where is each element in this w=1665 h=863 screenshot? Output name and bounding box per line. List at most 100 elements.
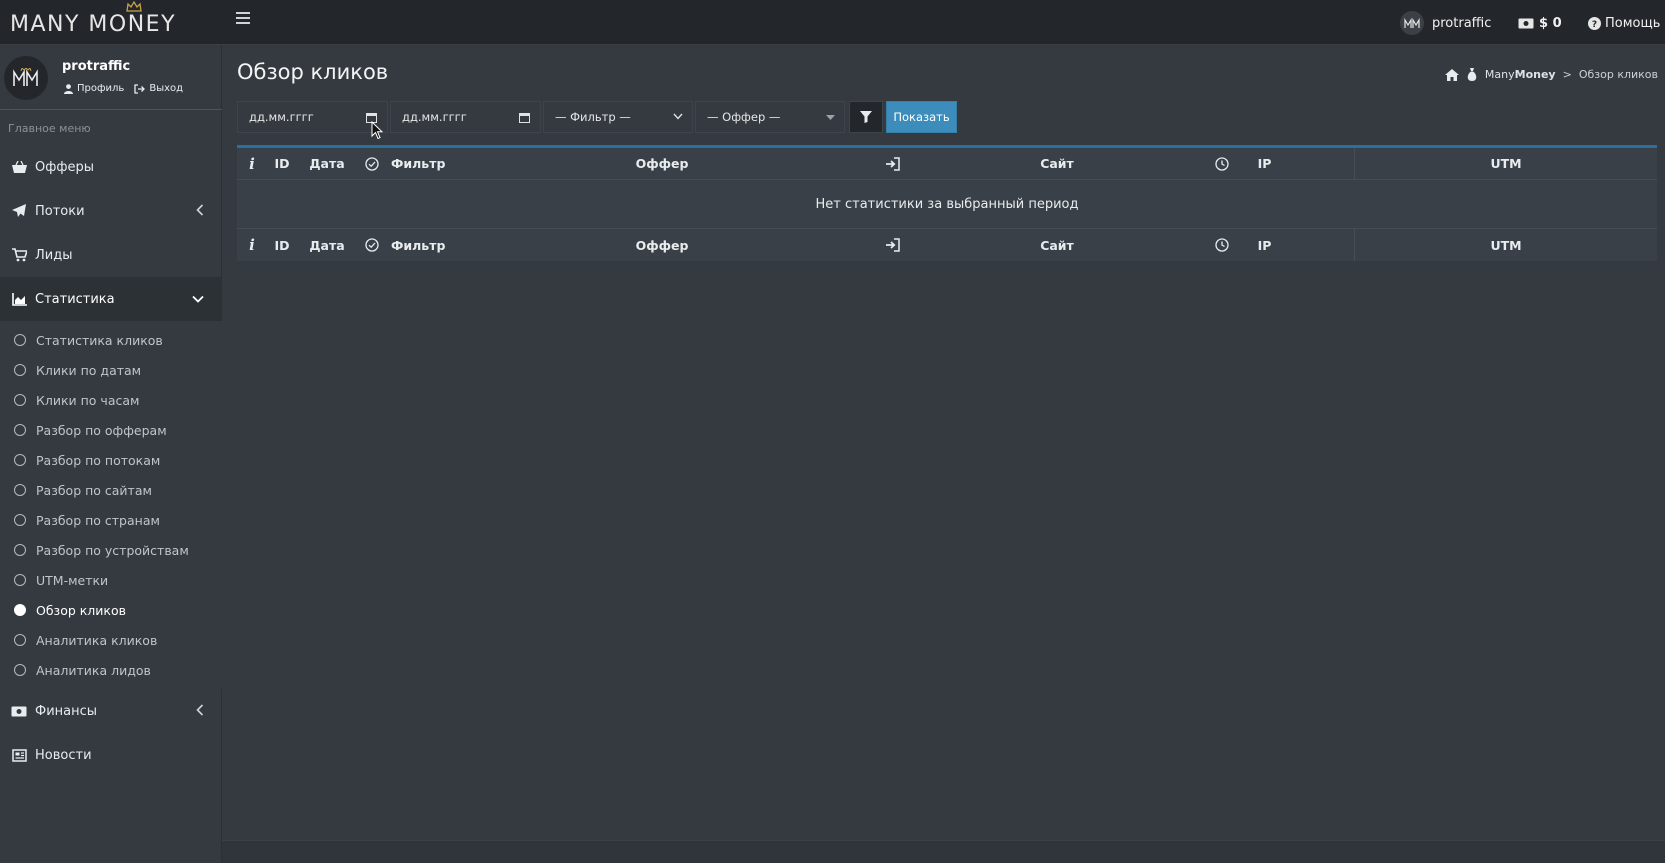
submenu-label: Клики по часам: [36, 392, 140, 408]
submenu-label: UTM-метки: [36, 572, 109, 588]
col-site[interactable]: Сайт: [907, 148, 1207, 179]
clock-icon: [1215, 156, 1229, 171]
col-info[interactable]: i: [237, 148, 267, 179]
empty-row: Нет статистики за выбранный период: [237, 180, 1657, 229]
table-header-row: i ID Дата Фильтр Оффер Сайт IP UTM: [237, 148, 1657, 180]
col-utm[interactable]: UTM: [1355, 229, 1657, 261]
col-id[interactable]: ID: [267, 229, 297, 261]
col-time[interactable]: [1207, 229, 1237, 261]
sidebar-item-leads[interactable]: Лиды: [0, 233, 222, 277]
filter-button[interactable]: [849, 101, 883, 133]
show-button[interactable]: Показать: [886, 101, 957, 133]
date-to-input[interactable]: дд.мм.гггг: [390, 101, 541, 133]
help-label: Помощь: [1605, 15, 1661, 31]
filter-icon: [860, 111, 872, 123]
col-site[interactable]: Сайт: [907, 229, 1207, 261]
col-date[interactable]: Дата: [297, 229, 357, 261]
logout-link[interactable]: Выход: [134, 83, 183, 94]
check-circle-icon: [365, 156, 379, 171]
filter-select[interactable]: — Фильтр —: [543, 101, 693, 133]
submenu-label: Разбор по странам: [36, 512, 160, 528]
question-circle-icon: ?: [1588, 16, 1601, 30]
submenu-label: Клики по датам: [36, 362, 142, 378]
col-status[interactable]: [357, 229, 387, 261]
logo-text: MANY MONEY: [10, 12, 177, 37]
submenu-item[interactable]: Клики по датам: [0, 355, 222, 385]
col-offer[interactable]: Оффер: [447, 148, 877, 179]
sidebar-item-statistics[interactable]: Статистика: [0, 277, 222, 321]
col-offer[interactable]: Оффер: [447, 229, 877, 261]
date-from-placeholder: дд.мм.гггг: [249, 110, 314, 124]
user-links: Профиль Выход: [64, 83, 183, 94]
sidebar-item-label: Лиды: [35, 247, 73, 263]
col-time[interactable]: [1207, 148, 1237, 179]
sidebar-username: protraffic: [62, 59, 131, 74]
caret-down-icon: [826, 115, 835, 120]
home-icon[interactable]: [1444, 68, 1459, 81]
submenu-item[interactable]: Разбор по устройствам: [0, 535, 222, 565]
col-filter[interactable]: Фильтр: [387, 229, 447, 261]
profile-link[interactable]: Профиль: [64, 83, 124, 94]
money-icon: [11, 703, 27, 719]
sidebar-item-label: Офферы: [35, 159, 94, 175]
sidebar-item-streams[interactable]: Потоки: [0, 189, 222, 233]
submenu-label: Аналитика кликов: [36, 632, 158, 648]
submenu-label: Статистика кликов: [36, 332, 163, 348]
clicks-table: i ID Дата Фильтр Оффер Сайт IP UTM Нет с…: [237, 145, 1657, 261]
user-menu[interactable]: protraffic: [1400, 10, 1491, 36]
submenu-item[interactable]: Разбор по странам: [0, 505, 222, 535]
submenu-item[interactable]: Разбор по сайтам: [0, 475, 222, 505]
col-filter[interactable]: Фильтр: [387, 148, 447, 179]
sidebar-item-label: Финансы: [35, 703, 98, 719]
balance-indicator[interactable]: $ 0: [1518, 10, 1562, 36]
statistics-submenu: Статистика кликов Клики по датам Клики п…: [0, 321, 222, 689]
date-from-input[interactable]: дд.мм.гггг: [237, 101, 388, 133]
sidebar-toggle-icon[interactable]: [236, 12, 250, 24]
sidebar-item-offers[interactable]: Офферы: [0, 145, 222, 189]
profile-label: Профиль: [77, 83, 125, 94]
submenu-item[interactable]: UTM-метки: [0, 565, 222, 595]
help-link[interactable]: ? Помощь: [1588, 10, 1660, 36]
sidebar-item-label: Новости: [35, 747, 92, 763]
submenu-item[interactable]: Клики по часам: [0, 385, 222, 415]
col-status[interactable]: [357, 148, 387, 179]
col-utm[interactable]: UTM: [1355, 148, 1657, 179]
submenu-item[interactable]: Аналитика лидов: [0, 655, 222, 685]
nav-username: protraffic: [1432, 15, 1492, 31]
check-circle-icon: [365, 238, 379, 252]
sign-in-icon: [885, 238, 900, 252]
offer-select[interactable]: — Оффер —: [695, 101, 845, 133]
user-icon: [64, 83, 73, 94]
col-entry[interactable]: [877, 148, 907, 179]
submenu-item[interactable]: Разбор по офферам: [0, 415, 222, 445]
col-info[interactable]: i: [237, 229, 267, 261]
circle-icon: [14, 454, 26, 466]
col-entry[interactable]: [877, 229, 907, 261]
submenu-label: Разбор по сайтам: [36, 482, 152, 498]
col-ip[interactable]: IP: [1237, 148, 1292, 179]
sidebar-item-finance[interactable]: Финансы: [0, 689, 222, 733]
col-date[interactable]: Дата: [297, 148, 357, 179]
sidebar-item-news[interactable]: Новости: [0, 733, 222, 777]
submenu-item[interactable]: Разбор по потокам: [0, 445, 222, 475]
offer-select-value: — Оффер —: [707, 110, 781, 124]
col-id[interactable]: ID: [267, 148, 297, 179]
breadcrumb-root[interactable]: ManyMoney: [1485, 68, 1556, 81]
circle-icon: [14, 484, 26, 496]
date-to-placeholder: дд.мм.гггг: [402, 110, 467, 124]
brand-logo[interactable]: MANY MONEY: [10, 1, 215, 42]
breadcrumb-current: Обзор кликов: [1578, 68, 1658, 81]
top-navbar: MANY MONEY protraffic $ 0 ? Помощь: [0, 0, 1665, 45]
submenu-label: Разбор по офферам: [36, 422, 167, 438]
calendar-icon[interactable]: [519, 112, 530, 123]
breadcrumb: ManyMoney > Обзор кликов: [1444, 68, 1658, 81]
chevron-down-icon: [673, 113, 683, 120]
money-bag-icon: [1467, 68, 1477, 81]
submenu-item[interactable]: Аналитика кликов: [0, 625, 222, 655]
circle-icon: [14, 544, 26, 556]
submenu-item-active[interactable]: Обзор кликов: [0, 595, 222, 625]
submenu-item[interactable]: Статистика кликов: [0, 325, 222, 355]
circle-icon: [14, 424, 26, 436]
circle-icon: [14, 514, 26, 526]
col-ip[interactable]: IP: [1237, 229, 1292, 261]
